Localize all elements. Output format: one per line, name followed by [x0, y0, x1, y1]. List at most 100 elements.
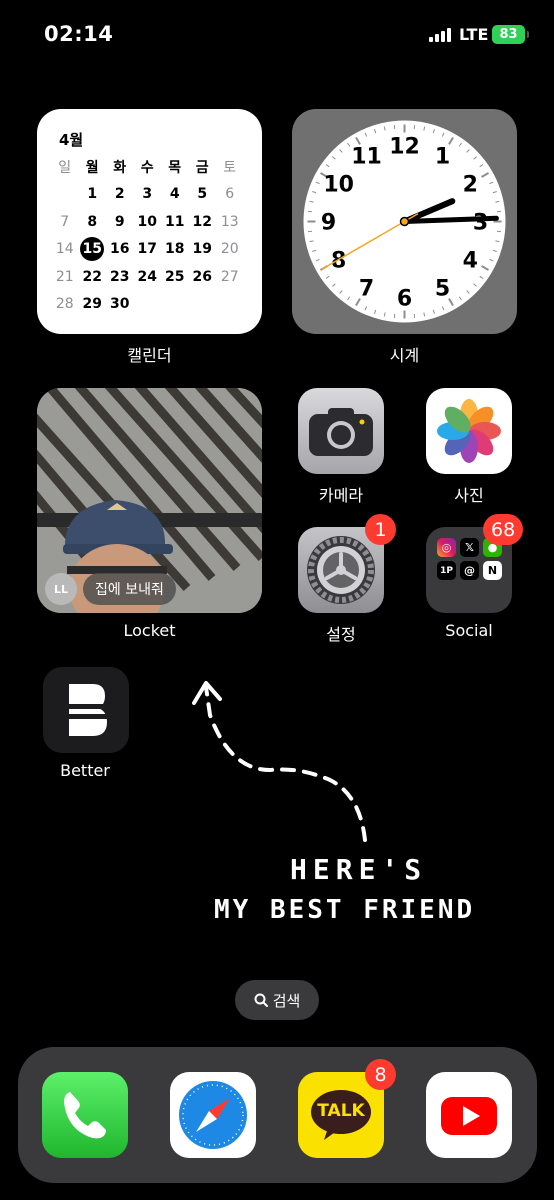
camera-icon [309, 408, 373, 456]
clock-number: 4 [463, 249, 478, 274]
calendar-day: 18 [165, 241, 185, 258]
settings-badge: 1 [365, 514, 396, 545]
calendar-day: 21 [55, 268, 74, 285]
calendar-weekday: 월 [85, 159, 99, 176]
kakaotalk-text: TALK [317, 1101, 365, 1121]
calendar-day: 1 [87, 186, 98, 203]
calendar-day [134, 291, 162, 319]
kakaotalk-badge: 8 [365, 1059, 396, 1090]
calendar-day: 4 [169, 186, 180, 203]
clock-label: 시계 [389, 346, 420, 365]
calendar-day: 7 [60, 213, 70, 230]
clock-number: 2 [463, 173, 478, 198]
pay-app-icon: 1P [437, 561, 456, 580]
search-button[interactable]: 검색 [235, 980, 319, 1020]
phone-app-icon[interactable] [42, 1072, 128, 1158]
calendar-day: 26 [192, 268, 212, 285]
phone-icon [64, 1092, 106, 1139]
camera-label: 카메라 [318, 486, 364, 505]
instagram-icon: ◎ [437, 538, 456, 557]
social-badge: 68 [483, 514, 524, 545]
clock-number: 9 [321, 211, 336, 236]
cellular-signal-icon [429, 28, 451, 42]
calendar-weekday: 일 [58, 159, 72, 176]
calendar-day: 10 [137, 213, 157, 230]
calendar-day: 22 [82, 268, 102, 285]
battery-level: 83 [499, 27, 518, 42]
clock-number: 11 [351, 145, 382, 170]
calendar-day [216, 291, 244, 319]
better-app-icon[interactable] [43, 667, 129, 753]
calendar-day: 16 [110, 241, 130, 258]
calendar-day: 23 [110, 268, 130, 285]
calendar-day: 24 [137, 268, 157, 285]
locket-widget[interactable]: LL 집에 보내줘 [37, 388, 262, 613]
network-type: LTE [459, 25, 489, 44]
clock-number: 6 [397, 287, 412, 312]
calendar-grid: 일 월 화 수 목 금 토 1 2 3 4 5 6 7 8 9 10 11 12 13 14 15 16 17 18 19 20 21… [51, 153, 244, 318]
calendar-day: 29 [82, 296, 102, 313]
clock-number: 7 [359, 276, 374, 301]
clock-number: 5 [435, 276, 450, 301]
calendar-day: 28 [55, 296, 74, 313]
calendar-day: 15 [79, 236, 107, 264]
clock-face: 12 12 3 45678 9 10 11 [303, 120, 506, 323]
calendar-day: 19 [192, 241, 212, 258]
calendar-day: 25 [165, 268, 185, 285]
clock-minute-hand [402, 215, 499, 224]
calendar-day [189, 291, 217, 319]
clock-number: 10 [323, 173, 354, 198]
calendar-month: 4월 [59, 131, 84, 149]
calendar-weekday: 금 [195, 159, 209, 176]
notion-icon: N [483, 561, 502, 580]
calendar-weekday: 수 [140, 159, 154, 176]
calendar-day: 6 [225, 186, 235, 203]
clock-widget[interactable]: 12 1 2 3 4 5 6 7 8 9 10 11 [292, 109, 517, 334]
clock-number: 12 [389, 135, 420, 160]
handwriting-line2: MY BEST FRIEND [214, 895, 476, 925]
clock-number: 3 [473, 211, 488, 236]
threads-icon: @ [460, 561, 479, 580]
safari-app-icon[interactable] [170, 1072, 256, 1158]
locket-message: 집에 보내줘 [83, 573, 176, 605]
calendar-day [51, 181, 79, 209]
photos-label: 사진 [454, 486, 484, 505]
settings-label: 설정 [326, 625, 356, 644]
status-time: 02:14 [44, 22, 114, 46]
youtube-play-icon [441, 1097, 497, 1135]
battery-indicator: 83 [492, 25, 529, 44]
handwriting-line1: HERE'S [290, 853, 428, 886]
clock-center-pin [399, 216, 410, 227]
calendar-weekday: 토 [223, 159, 237, 176]
calendar-day: 5 [197, 186, 208, 203]
calendar-day: 20 [220, 241, 239, 258]
camera-app-icon[interactable] [298, 388, 384, 474]
calendar-day: 11 [165, 213, 185, 230]
locket-caption: LL 집에 보내줘 [45, 573, 176, 605]
calendar-day [161, 291, 189, 319]
youtube-app-icon[interactable] [426, 1072, 512, 1158]
photos-app-icon[interactable] [426, 388, 512, 474]
calendar-day: 27 [220, 268, 239, 285]
social-label: Social [445, 621, 493, 640]
calendar-day: 8 [87, 213, 98, 230]
locket-label: Locket [123, 621, 176, 640]
calendar-day: 12 [192, 213, 212, 230]
better-label: Better [60, 761, 110, 780]
calendar-weekday: 목 [168, 159, 182, 176]
clock-number: 1 [435, 145, 450, 170]
calendar-weekday: 화 [113, 159, 127, 176]
dashed-arrow-icon [192, 681, 367, 842]
x-icon: 𝕏 [460, 538, 479, 557]
calendar-widget[interactable]: 4월 일 월 화 수 목 금 토 1 2 3 4 5 6 7 8 9 10 11 12 13 14 15 16 17 18 19 2… [37, 109, 262, 334]
compass-icon [179, 1081, 247, 1149]
clock-number: 8 [331, 249, 346, 274]
calendar-day: 17 [137, 241, 157, 258]
calendar-day: 30 [110, 296, 130, 313]
calendar-day: 3 [142, 186, 153, 203]
locket-avatar: LL [45, 573, 77, 605]
photos-icon [437, 399, 501, 463]
calendar-day: 14 [55, 241, 74, 258]
calendar-day: 9 [114, 213, 125, 230]
calendar-day: 2 [114, 186, 125, 203]
